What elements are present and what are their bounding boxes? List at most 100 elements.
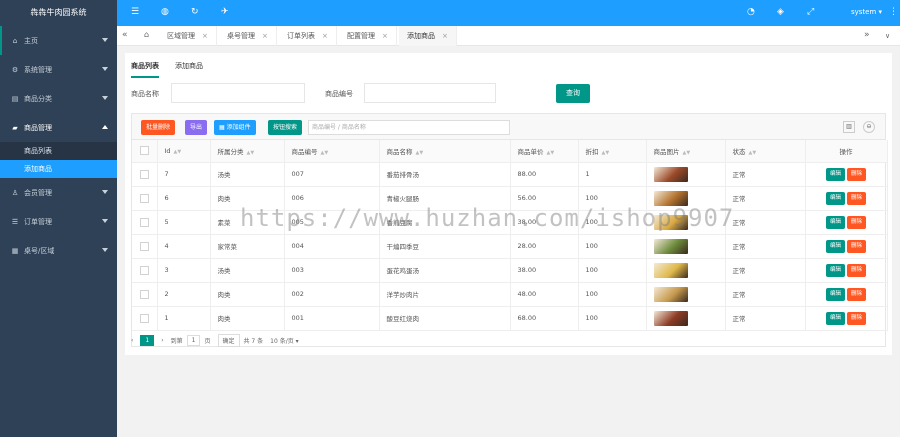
sidebar-item-category[interactable]: ▤ 商品分类: [0, 84, 117, 113]
user-menu[interactable]: system ▾: [851, 8, 882, 16]
goods-code-input[interactable]: [364, 83, 496, 103]
tab-table-no[interactable]: 桌号管理 ×: [219, 26, 277, 46]
print-icon[interactable]: ⊖: [863, 121, 875, 133]
sort-icon[interactable]: ▲▼: [174, 149, 182, 155]
sort-icon[interactable]: ▲▼: [749, 150, 757, 156]
prev-page-icon[interactable]: ‹: [131, 337, 133, 344]
delete-button[interactable]: 删除: [847, 191, 867, 205]
sidebar-subitem-add-goods[interactable]: 添加商品: [0, 160, 117, 178]
page-size-select[interactable]: 10 条/页 ▾: [270, 336, 299, 345]
close-icon[interactable]: ×: [442, 32, 448, 40]
sidebar-item-home[interactable]: ⌂ 主页: [0, 26, 117, 55]
toolbar-search-input[interactable]: 商品编号 / 商品名称: [308, 120, 510, 135]
clear-icon[interactable]: ✈: [221, 7, 229, 17]
col-name[interactable]: 商品名称 ▲▼: [379, 140, 511, 163]
delete-button[interactable]: 删除: [847, 215, 867, 229]
sort-icon[interactable]: ▲▼: [602, 150, 610, 156]
goods-thumbnail[interactable]: [653, 286, 688, 302]
col-code[interactable]: 商品编号 ▲▼: [284, 140, 380, 163]
sidebar-subitem-goods-list[interactable]: 商品列表: [0, 142, 117, 160]
row-checkbox[interactable]: [139, 169, 149, 179]
row-checkbox[interactable]: [139, 313, 149, 323]
sort-icon[interactable]: ▲▼: [321, 150, 329, 156]
col-discount[interactable]: 折扣 ▲▼: [578, 140, 647, 163]
refresh-icon[interactable]: ↻: [191, 7, 199, 17]
theme-icon[interactable]: ◔: [747, 7, 755, 17]
goods-name-input[interactable]: [171, 83, 305, 103]
edit-button[interactable]: 编辑: [825, 215, 845, 229]
row-checkbox[interactable]: [139, 289, 149, 299]
home-tab-icon[interactable]: ⌂: [144, 30, 149, 39]
tab-scroll-right-icon[interactable]: »: [864, 30, 870, 40]
goods-thumbnail[interactable]: [653, 262, 688, 278]
goods-thumbnail[interactable]: [653, 310, 688, 326]
tab-config[interactable]: 配置管理 ×: [339, 26, 397, 46]
sidebar-item-system[interactable]: ⚙ 系统管理: [0, 55, 117, 84]
edit-button[interactable]: 编辑: [825, 287, 845, 301]
edit-button[interactable]: 编辑: [825, 311, 845, 325]
close-icon[interactable]: ×: [382, 32, 388, 40]
sort-icon[interactable]: ▲▼: [416, 150, 424, 156]
close-icon[interactable]: ×: [322, 32, 328, 40]
close-icon[interactable]: ×: [202, 32, 208, 40]
row-select-cell: [132, 258, 158, 283]
chevron-down-icon: [102, 38, 108, 42]
current-page[interactable]: 1: [140, 334, 155, 346]
edit-button[interactable]: 编辑: [825, 191, 845, 205]
row-checkbox[interactable]: [139, 217, 149, 227]
select-all-checkbox[interactable]: [139, 146, 149, 156]
tab-scroll-left-icon[interactable]: «: [122, 30, 128, 40]
confirm-button[interactable]: 确定: [217, 333, 240, 347]
col-id[interactable]: Id ▲▼: [157, 140, 211, 163]
sidebar-item-orders[interactable]: ☰ 订单管理: [0, 207, 117, 236]
next-page-icon[interactable]: ›: [161, 337, 163, 344]
sort-icon[interactable]: ▲▼: [247, 150, 255, 156]
col-category[interactable]: 所属分类 ▲▼: [210, 140, 285, 163]
sub-tab-add-goods[interactable]: 添加商品: [175, 61, 203, 78]
query-button[interactable]: 查询: [556, 84, 590, 103]
delete-button[interactable]: 删除: [847, 167, 867, 181]
edit-button[interactable]: 编辑: [825, 167, 845, 181]
table-row[interactable]: 2 肉类 002 洋芋炒肉片 48.00 100 正常 编辑 删除: [132, 282, 888, 307]
cell-name: 酸豆红烧肉: [379, 306, 511, 331]
col-status[interactable]: 状态 ▲▼: [725, 140, 806, 163]
tab-area[interactable]: 区域管理 ×: [159, 26, 217, 46]
delete-button[interactable]: 删除: [847, 311, 867, 325]
delete-button[interactable]: 删除: [847, 263, 867, 277]
batch-delete-button[interactable]: 批量删除: [141, 120, 176, 135]
fullscreen-icon[interactable]: ⤢: [807, 7, 814, 17]
close-icon[interactable]: ×: [262, 32, 268, 40]
table-row[interactable]: 3 汤类 003 蛋花鸡蛋汤 38.00 100 正常 编辑 删除: [132, 258, 888, 283]
table-row[interactable]: 7 汤类 007 番茄排骨汤 88.00 1 正常 编辑 删除: [132, 162, 888, 187]
page-jump-input[interactable]: 1: [186, 334, 201, 346]
globe-icon[interactable]: ◍: [161, 7, 169, 17]
more-icon[interactable]: ⋮: [889, 7, 898, 17]
export-button[interactable]: 导出: [185, 120, 208, 135]
edit-button[interactable]: 编辑: [825, 239, 845, 253]
sort-icon[interactable]: ▲▼: [683, 150, 691, 156]
tab-menu-icon[interactable]: ∨: [885, 32, 890, 40]
tab-add-goods[interactable]: 添加商品 ×: [399, 26, 457, 46]
sort-icon[interactable]: ▲▼: [547, 150, 555, 156]
row-checkbox[interactable]: [139, 265, 149, 275]
edit-button[interactable]: 编辑: [825, 263, 845, 277]
row-checkbox[interactable]: [139, 241, 149, 251]
sidebar-item-members[interactable]: ♙ 会员管理: [0, 178, 117, 207]
add-component-button[interactable]: ▦ 添加组件: [214, 120, 256, 135]
delete-button[interactable]: 删除: [847, 239, 867, 253]
tag-icon[interactable]: ◈: [777, 7, 784, 17]
goods-thumbnail[interactable]: [653, 238, 688, 254]
col-price[interactable]: 商品单价 ▲▼: [510, 140, 579, 163]
row-checkbox[interactable]: [139, 193, 149, 203]
menu-toggle-icon[interactable]: ☰: [131, 7, 139, 17]
sidebar-item-goods[interactable]: ▰ 商品管理: [0, 113, 117, 142]
goods-thumbnail[interactable]: [653, 166, 688, 182]
sidebar-item-tables[interactable]: ▦ 桌号/区域: [0, 236, 117, 265]
button-search-button[interactable]: 按钮搜索: [268, 120, 303, 135]
filter-columns-icon[interactable]: ▥: [843, 121, 855, 133]
sub-tab-goods-list[interactable]: 商品列表: [131, 61, 159, 78]
tab-orders[interactable]: 订单列表 ×: [279, 26, 337, 46]
table-row[interactable]: 1 肉类 001 酸豆红烧肉 68.00 100 正常 编辑 删除: [132, 306, 888, 331]
table-row[interactable]: 4 家常菜 004 干煸四季豆 28.00 100 正常 编辑 删除: [132, 234, 888, 259]
delete-button[interactable]: 删除: [847, 287, 867, 301]
